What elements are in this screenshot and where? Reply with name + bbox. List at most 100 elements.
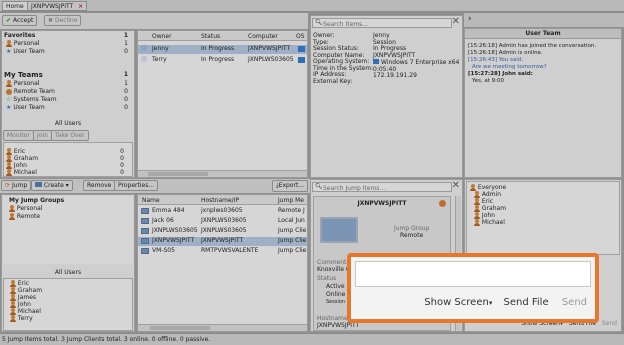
status-label: Status	[317, 275, 337, 282]
table-row[interactable]: JXNPVWSJPITT JXNPVWSJPITT Jump Clie	[138, 237, 307, 246]
user-item[interactable]: Terry	[4, 315, 132, 323]
search-icon: 🔍︎	[315, 19, 323, 26]
chat-users-list: Everyone Admin Eric Graham John Michael	[466, 181, 620, 255]
item-count: 1	[124, 80, 128, 87]
horizontal-scrollbar[interactable]	[138, 324, 307, 331]
person-icon	[474, 198, 480, 205]
jump-button[interactable]: ⟳ Jump	[1, 180, 32, 191]
remove-button[interactable]: Remove	[83, 180, 116, 191]
create-button[interactable]: Create ▾	[31, 180, 73, 191]
tab-home-label: Home	[6, 3, 24, 10]
person-icon	[470, 184, 476, 191]
table-row[interactable]: Jack 06 JXNPLWS03605 Local Jun	[138, 217, 307, 226]
tab-home[interactable]: Home	[2, 1, 28, 11]
send-link[interactable]: Send	[602, 320, 617, 327]
column-header[interactable]: Owner	[152, 33, 172, 40]
column-header[interactable]: OS	[296, 33, 305, 40]
clear-search-icon[interactable]: ✕	[452, 180, 460, 191]
person-icon	[6, 155, 12, 162]
windows-icon	[298, 57, 305, 63]
person-icon	[474, 191, 480, 198]
scroll-thumb[interactable]	[148, 172, 208, 176]
send-file-button[interactable]: Send File	[504, 297, 549, 308]
star-icon: ★	[6, 104, 12, 111]
chat-user-item[interactable]: Michael	[467, 219, 619, 227]
chat-message-input[interactable]	[355, 261, 591, 287]
properties-button[interactable]: Properties...	[114, 180, 159, 191]
team-item[interactable]: Personal 1	[2, 80, 134, 88]
take-over-button[interactable]: Take Over	[51, 130, 89, 141]
name-cell: JXNPVWSJPITT	[152, 237, 195, 244]
chat-message: [15:27:28] John said:	[468, 71, 533, 77]
person-icon	[10, 280, 16, 287]
person-icon	[474, 212, 480, 219]
my-teams-header[interactable]: My Teams 1	[2, 71, 134, 79]
user-name: Michael	[13, 169, 37, 176]
jump-group-value: Remote	[400, 232, 424, 239]
close-tab-icon[interactable]: ×	[78, 3, 83, 10]
dropdown-arrow-icon[interactable]: ▾	[489, 299, 493, 307]
chat-user-name: Everyone	[477, 184, 507, 191]
method-cell: Local Jun	[278, 217, 305, 224]
jump-group-item[interactable]: Personal	[3, 205, 133, 213]
comments-label: Comments	[317, 259, 350, 266]
all-users-label: All Users	[54, 120, 82, 127]
monitor-button[interactable]: Monitor	[3, 130, 34, 141]
detail-label: External Key:	[313, 77, 353, 85]
horizontal-scrollbar[interactable]	[138, 170, 307, 177]
jump-search-box[interactable]: 🔍︎ Search Jump Items...	[312, 182, 452, 192]
jump-group-item[interactable]: Remote	[3, 213, 133, 221]
jump-item-icon	[141, 238, 149, 244]
team-item[interactable]: ★ User Team 0	[2, 104, 134, 112]
chat-user-name: Eric	[481, 198, 494, 205]
table-row[interactable]: VM-S05 RMTPVWSVALENTE Jump Clie	[138, 247, 307, 256]
send-button[interactable]: Send	[562, 297, 587, 308]
details-labels: Owner: Type: Session Status: Computer Na…	[313, 32, 373, 85]
decline-button[interactable]: ✖ Decline	[44, 15, 82, 26]
favorites-item[interactable]: ★ User Team 0	[2, 48, 134, 56]
jump-items-table: Name Hostname/IP Jump Me Emma 484 jxnplws…	[137, 194, 308, 332]
join-button[interactable]: Join	[33, 130, 52, 141]
table-row[interactable]: Emma 484 jxnplws03605 Remote J	[138, 207, 307, 216]
jump-toolbar: ⟳ Jump Create ▾ Remove Properties... ⤓Ex…	[0, 179, 310, 193]
jump-action-icon[interactable]	[439, 200, 446, 207]
show-screen-button[interactable]: Show Screen	[424, 297, 489, 308]
export-button[interactable]: ⤓Export...	[272, 180, 309, 192]
accept-button[interactable]: ✔ Accept	[2, 15, 38, 26]
team-item[interactable]: Remote Team 0	[2, 88, 134, 96]
team-icon	[6, 88, 12, 95]
team-item[interactable]: ☆ Systems Team 0	[2, 96, 134, 104]
column-header[interactable]: Computer	[248, 33, 278, 40]
clear-search-icon[interactable]: ✕	[452, 16, 460, 27]
favorites-count: 1	[123, 32, 128, 39]
item-count: 1	[124, 40, 128, 47]
computer-cell: JXNPVWSJPITT	[248, 45, 291, 52]
column-header[interactable]: Hostname/IP	[201, 197, 239, 204]
person-icon	[6, 162, 12, 169]
column-header[interactable]: Name	[142, 197, 160, 204]
chevron-right-icon[interactable]: ›	[468, 14, 472, 24]
chat-message: Are we meeting tomorrow?	[472, 64, 547, 70]
tab-bar: Home JXNPVWSJPITT ×	[0, 0, 624, 12]
chat-compose-actions: Show Screen▾ Send File Send	[424, 297, 587, 308]
user-item[interactable]: Michael 0	[4, 169, 132, 177]
person-icon	[474, 205, 480, 212]
favorites-item[interactable]: Personal 1	[2, 40, 134, 48]
name-cell: JXNPLWS03605	[152, 227, 198, 234]
scroll-thumb[interactable]	[150, 326, 210, 330]
person-icon	[10, 287, 16, 294]
status-cell: In Progress	[201, 56, 235, 63]
session-toolbar: ✔ Accept ✖ Decline	[0, 13, 308, 29]
jump-item-icon	[141, 248, 149, 254]
search-box[interactable]: 🔍︎ Search Items...	[312, 18, 452, 28]
table-row[interactable]: JXNPLWS03605 JXNPLWS03605 Jump Clie	[138, 227, 307, 236]
column-header[interactable]: Jump Me	[278, 197, 304, 204]
person-icon	[474, 219, 480, 226]
method-cell: Remote J	[278, 207, 305, 214]
column-header[interactable]: Status	[201, 33, 220, 40]
team-item-label: Remote Team	[13, 88, 55, 95]
table-row[interactable]: ⓘ Jenny In Progress JXNPVWSJPITT	[138, 45, 307, 54]
table-row[interactable]: ⓘ Terry In Progress JXNPLWS03605	[138, 56, 307, 65]
favorites-header[interactable]: Favorites 1	[2, 32, 134, 40]
tab-session[interactable]: JXNPVWSJPITT ×	[27, 1, 88, 11]
